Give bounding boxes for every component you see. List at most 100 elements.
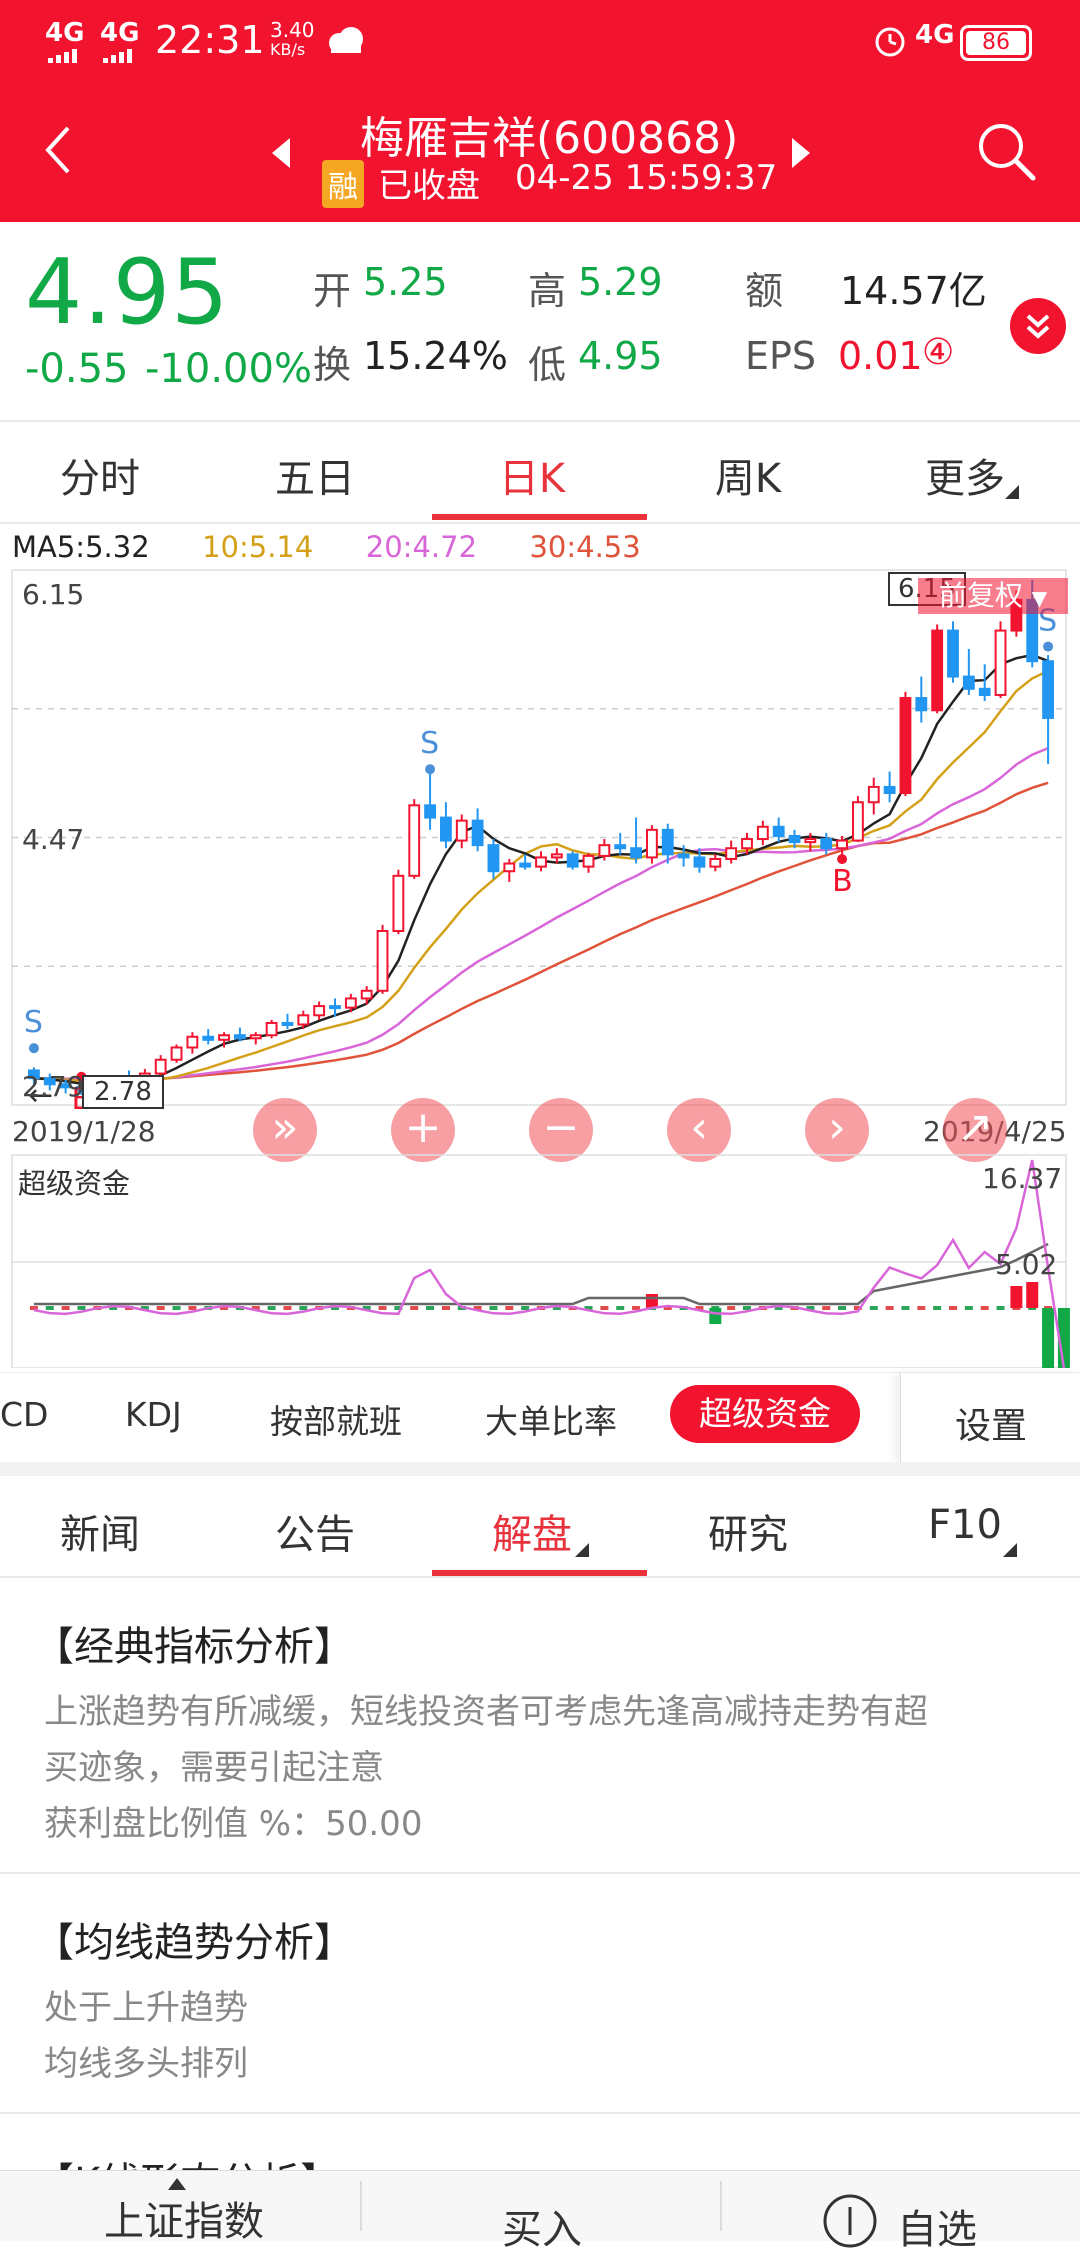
index-ticker-button[interactable]: 上证指数 xyxy=(0,2171,360,2245)
f10-dropdown-icon xyxy=(1003,1542,1017,1561)
fund-bar-small xyxy=(188,1306,197,1310)
candle-body xyxy=(202,1035,215,1041)
chevron-right-icon: › xyxy=(828,1102,846,1153)
indicator-cd[interactable]: CD xyxy=(0,1395,48,1434)
stock-title: 梅雁吉祥(600868) xyxy=(360,113,739,164)
price-change-pct: -10.00% xyxy=(145,346,312,392)
signal-icon xyxy=(48,48,86,63)
tab-announcements[interactable]: 公告 xyxy=(235,1502,395,1560)
dropdown-triangle-icon: ▼ xyxy=(1031,586,1048,610)
fund-bar-small xyxy=(172,1306,181,1310)
adjust-mode-button[interactable]: 前复权 ▼ xyxy=(918,578,1068,614)
ma30-line xyxy=(33,781,1049,1081)
fund-bar-small xyxy=(410,1306,419,1310)
amount-value: 14.57亿 xyxy=(840,269,987,313)
indicator-big-order[interactable]: 大单比率 xyxy=(485,1395,617,1443)
search-button[interactable] xyxy=(975,120,1039,188)
fund-y-max: 16.37 xyxy=(982,1162,1063,1195)
super-fund-chart[interactable] xyxy=(0,1150,1080,1368)
ma30-legend: 30:4.53 xyxy=(529,530,641,564)
candle-body xyxy=(360,989,373,1000)
next-stock-button[interactable] xyxy=(790,138,812,172)
candle-body xyxy=(186,1035,199,1049)
tab-f10[interactable]: F10 xyxy=(885,1502,1045,1548)
tab-more[interactable]: 更多 xyxy=(885,446,1045,504)
candle-body xyxy=(1042,660,1054,719)
classic-indicator-title: 【经典指标分析】 xyxy=(34,1624,354,1670)
margin-badge: 融 xyxy=(322,160,364,208)
previous-stock-button[interactable] xyxy=(270,138,292,172)
candle-body xyxy=(661,828,674,856)
signal-icon-2 xyxy=(103,48,141,67)
fund-bar xyxy=(1010,1286,1023,1308)
fund-bar-small xyxy=(996,1306,1005,1310)
tab-research[interactable]: 研究 xyxy=(668,1502,828,1560)
candlestick-chart[interactable]: SBSBS← xyxy=(0,565,1080,1125)
candle-body xyxy=(915,697,928,712)
candle-body xyxy=(836,839,848,850)
buy-button[interactable]: 买入 xyxy=(362,2171,720,2253)
high-label: 高 xyxy=(528,269,567,313)
fast-forward-icon: » xyxy=(271,1102,299,1153)
ma10-legend: 10:5.14 xyxy=(202,530,314,564)
candle-body xyxy=(440,816,452,842)
candle-body xyxy=(725,847,738,860)
tab-five-day[interactable]: 五日 xyxy=(235,446,395,504)
candle-body xyxy=(741,838,753,850)
fund-bar-small xyxy=(299,1306,308,1310)
indicator-super-fund[interactable]: 超级资金 xyxy=(670,1385,860,1443)
more-dropdown-icon xyxy=(1005,484,1019,503)
ma5-legend: MA5:5.32 xyxy=(12,530,150,564)
candle-body xyxy=(852,801,864,842)
trade-marker: S xyxy=(24,1005,43,1040)
network-indicator-3: 4G xyxy=(915,20,955,50)
candle-body xyxy=(408,804,421,877)
fund-bar-small xyxy=(600,1306,609,1310)
candle-body xyxy=(693,856,706,868)
double-chevron-down-icon xyxy=(1026,314,1050,339)
app-header: 4G 4G 22:31 3.40 KB/s 4G 86 梅雁吉祥(600868) … xyxy=(0,0,1080,222)
candle-body xyxy=(503,862,516,873)
tab-weekly-k[interactable]: 周K xyxy=(668,446,828,504)
profit-ratio-text: 获利盘比例值 %：50.00 xyxy=(44,1804,423,1844)
x-start-label: 2019/1/28 xyxy=(12,1115,156,1148)
back-button[interactable] xyxy=(40,120,80,180)
watch-label: 自选 xyxy=(897,2207,977,2253)
fund-bar-small xyxy=(838,1306,847,1310)
turnover-label: 换 xyxy=(313,343,352,387)
fund-bar-small xyxy=(283,1306,292,1310)
quote-datetime: 04-25 15:59:37 xyxy=(515,158,778,198)
indicator-step[interactable]: 按部就班 xyxy=(270,1395,402,1443)
candle-body xyxy=(614,844,627,850)
candle-body xyxy=(218,1034,230,1041)
expand-quote-button[interactable] xyxy=(1010,298,1066,354)
fund-bar-small xyxy=(822,1306,831,1310)
classic-indicator-text-1: 上涨趋势有所减缓，短线投资者可考虑先逢高减持走势有超 xyxy=(44,1692,928,1732)
tab-news[interactable]: 新闻 xyxy=(20,1502,180,1560)
fund-bar-small xyxy=(949,1306,957,1310)
tab-daily-k[interactable]: 日K xyxy=(452,446,612,504)
last-price: 4.95 xyxy=(25,240,230,345)
trade-marker-dot xyxy=(425,764,436,775)
indicator-kdj[interactable]: KDJ xyxy=(125,1395,182,1434)
candle-body xyxy=(709,857,722,868)
add-watchlist-button[interactable]: 自选 xyxy=(722,2171,1080,2253)
indicator-settings-button[interactable]: 设置 xyxy=(900,1373,1080,1463)
candle-body xyxy=(535,856,547,868)
fund-bar xyxy=(1042,1308,1055,1368)
ma-trend-text-1: 处于上升趋势 xyxy=(44,1988,248,2028)
fund-bar-small xyxy=(869,1306,878,1310)
add-circle-icon xyxy=(822,2193,878,2253)
candle-body xyxy=(978,687,991,696)
battery-icon: 86 xyxy=(960,25,1032,61)
fund-bar-small xyxy=(156,1306,165,1310)
candle-body xyxy=(598,844,611,857)
open-label: 开 xyxy=(313,269,352,313)
tab-intraday[interactable]: 分时 xyxy=(20,446,180,504)
search-icon xyxy=(979,124,1036,181)
candle-body xyxy=(550,853,563,859)
fund-bar-small xyxy=(426,1306,435,1310)
news-tabs: 新闻 公告 解盘 研究 F10 xyxy=(0,1476,1080,1576)
turnover-value: 15.24% xyxy=(363,334,508,378)
fund-bar-small xyxy=(917,1306,926,1310)
